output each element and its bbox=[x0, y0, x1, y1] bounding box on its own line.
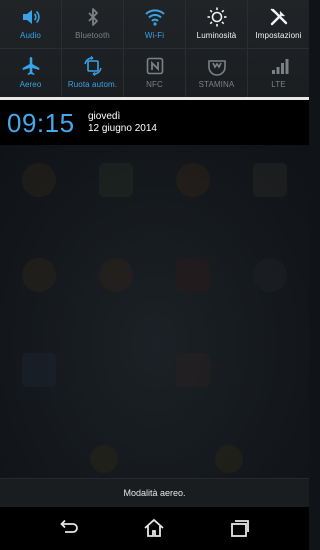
navigation-bar bbox=[0, 507, 309, 550]
clock-day: giovedì bbox=[88, 111, 121, 122]
airplane-icon bbox=[22, 57, 39, 75]
toggle-wifi-label: Wi-Fi bbox=[144, 31, 165, 40]
settings-button[interactable]: Impostazioni bbox=[248, 0, 309, 48]
back-icon[interactable] bbox=[57, 518, 79, 538]
brightness-icon bbox=[207, 7, 226, 27]
toggle-audio-label: Audio bbox=[20, 31, 41, 40]
dimmed-home-screen bbox=[0, 145, 309, 478]
app-icon-ghost bbox=[215, 445, 243, 473]
bluetooth-icon bbox=[87, 8, 98, 26]
nfc-icon bbox=[146, 57, 163, 75]
speaker-icon bbox=[22, 10, 40, 24]
app-icon-ghost bbox=[22, 258, 56, 292]
app-icon-ghost bbox=[22, 163, 56, 197]
settings-button-label: Impostazioni bbox=[255, 31, 302, 40]
app-icon-ghost bbox=[176, 353, 210, 387]
toggle-bluetooth[interactable]: Bluetooth bbox=[62, 0, 124, 48]
toggle-airplane[interactable]: Aereo bbox=[0, 49, 62, 97]
quick-settings-row-2: Aereo Ruota autom. NFC STAMINA LTE bbox=[0, 49, 309, 97]
app-icon-ghost bbox=[176, 163, 210, 197]
toggle-bluetooth-label: Bluetooth bbox=[75, 31, 110, 40]
app-icon-ghost bbox=[253, 258, 287, 292]
notification-text: Modalità aereo. bbox=[123, 488, 186, 498]
toggle-brightness[interactable]: Luminosità bbox=[186, 0, 248, 48]
toggle-auto-rotate[interactable]: Ruota autom. bbox=[62, 49, 124, 97]
recent-apps-icon[interactable] bbox=[229, 518, 251, 538]
toggle-stamina[interactable]: STAMINA bbox=[186, 49, 248, 97]
wifi-icon bbox=[144, 9, 165, 26]
toggle-stamina-label: STAMINA bbox=[198, 80, 235, 89]
stamina-icon bbox=[207, 60, 226, 76]
app-icon-ghost bbox=[253, 163, 287, 197]
clock-header[interactable]: 09:15 giovedì 12 giugno 2014 bbox=[0, 100, 309, 145]
toggle-wifi[interactable]: Wi-Fi bbox=[124, 0, 186, 48]
quick-settings-panel: Audio Bluetooth Wi-Fi Luminosità Imposta… bbox=[0, 0, 309, 97]
notification-item[interactable]: Modalità aereo. bbox=[0, 478, 309, 507]
app-icon-ghost bbox=[22, 353, 56, 387]
home-icon[interactable] bbox=[143, 518, 165, 538]
toggle-nfc[interactable]: NFC bbox=[124, 49, 186, 97]
toggle-auto-rotate-label: Ruota autom. bbox=[67, 80, 118, 89]
clock-date: 12 giugno 2014 bbox=[88, 123, 157, 134]
toggle-lte-label: LTE bbox=[271, 80, 286, 89]
notification-shade: Audio Bluetooth Wi-Fi Luminosità Imposta… bbox=[0, 0, 309, 550]
toggle-nfc-label: NFC bbox=[146, 80, 163, 89]
toggle-brightness-label: Luminosità bbox=[196, 31, 237, 40]
app-icon-ghost bbox=[99, 258, 133, 292]
app-icon-ghost bbox=[90, 445, 118, 473]
rotate-icon bbox=[83, 55, 102, 77]
signal-bars-icon bbox=[271, 59, 288, 74]
settings-tools-icon bbox=[270, 8, 287, 26]
clock-time: 09:15 bbox=[7, 108, 75, 138]
app-icon-ghost bbox=[176, 258, 210, 292]
quick-settings-row-1: Audio Bluetooth Wi-Fi Luminosità Imposta… bbox=[0, 0, 309, 48]
toggle-airplane-label: Aereo bbox=[19, 80, 42, 89]
toggle-lte[interactable]: LTE bbox=[248, 49, 309, 97]
toggle-audio[interactable]: Audio bbox=[0, 0, 62, 48]
app-icon-ghost bbox=[99, 163, 133, 197]
